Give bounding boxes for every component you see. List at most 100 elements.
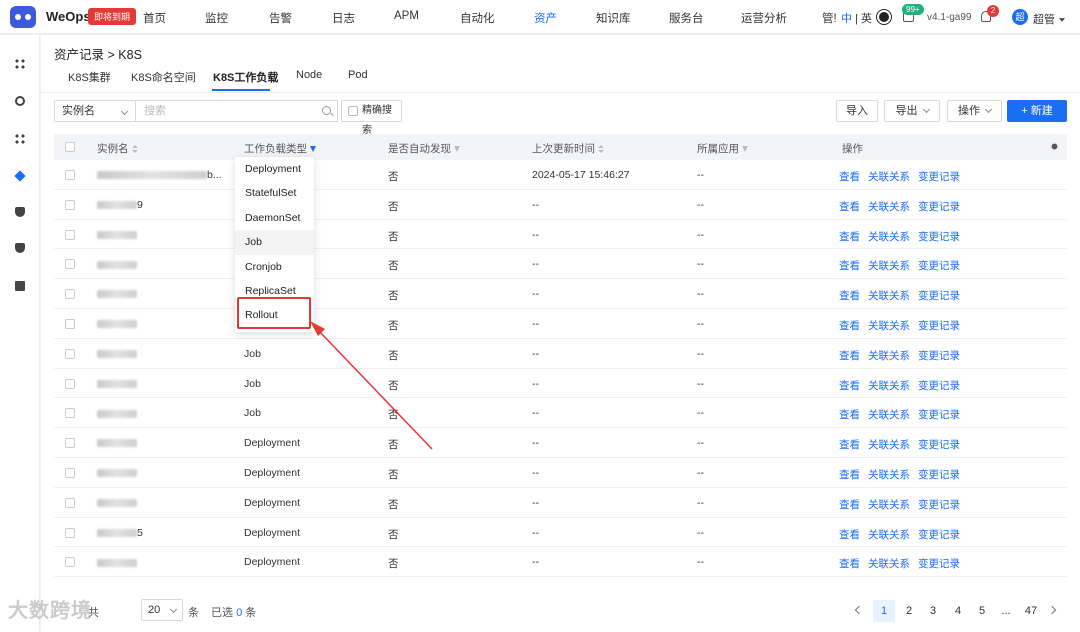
relations-link[interactable]: 关联关系 — [868, 529, 910, 541]
table-row[interactable]: 5 Deployment 否 -- -- 查看 关联关系 变更记录 — [54, 518, 1067, 548]
relations-link[interactable]: 关联关系 — [868, 558, 910, 570]
view-link[interactable]: 查看 — [839, 529, 860, 541]
relations-link[interactable]: 关联关系 — [868, 469, 910, 481]
gear-icon[interactable] — [1050, 142, 1059, 151]
table-row[interactable]: b... 否 2024-05-17 15:46:27 -- 查看 关联关系 变更记录 — [54, 160, 1067, 190]
cell-instance-name[interactable] — [97, 348, 137, 360]
relations-link[interactable]: 关联关系 — [868, 439, 910, 451]
nav-manage[interactable]: 管! — [822, 10, 836, 26]
cell-instance-name[interactable] — [97, 288, 137, 300]
table-row[interactable]: Job 否 -- -- 查看 关联关系 变更记录 — [54, 398, 1067, 429]
table-row[interactable]: 否 -- -- 查看 关联关系 变更记录 — [54, 249, 1067, 280]
change-log-link[interactable]: 变更记录 — [918, 499, 960, 511]
tab-node[interactable]: Node — [296, 69, 322, 81]
shield-icon[interactable] — [15, 243, 25, 253]
next-page-icon[interactable] — [1047, 605, 1057, 615]
relations-link[interactable]: 关联关系 — [868, 231, 910, 243]
col-instance-name[interactable]: 实例名 — [97, 141, 138, 156]
nav-knowledge[interactable]: 知识库 — [596, 10, 631, 26]
change-log-link[interactable]: 变更记录 — [918, 201, 960, 213]
lang-zh[interactable]: 中 — [841, 13, 852, 25]
shield-icon[interactable] — [15, 207, 25, 217]
cell-instance-name[interactable] — [97, 318, 137, 330]
col-last-updated[interactable]: 上次更新时间 — [532, 141, 604, 156]
page-1[interactable]: 1 — [873, 600, 895, 622]
table-row[interactable]: 否 -- -- 查看 关联关系 变更记录 — [54, 279, 1067, 309]
page-size-select[interactable]: 20 — [141, 599, 183, 621]
relations-link[interactable]: 关联关系 — [868, 350, 910, 362]
cell-instance-name[interactable]: 9 — [97, 199, 143, 211]
filter-option-job[interactable]: Job — [235, 230, 314, 255]
avatar[interactable]: 超 — [1012, 9, 1028, 25]
table-row[interactable]: Job 否 -- -- 查看 关联关系 变更记录 — [54, 369, 1067, 399]
view-link[interactable]: 查看 — [839, 201, 860, 213]
view-link[interactable]: 查看 — [839, 171, 860, 183]
view-link[interactable]: 查看 — [839, 439, 860, 451]
page-ellipsis[interactable]: ... — [995, 600, 1017, 622]
language-switch[interactable]: 中 | 英 — [841, 10, 872, 26]
theme-sun-icon[interactable] — [879, 12, 889, 22]
import-button[interactable]: 导入 — [836, 100, 878, 122]
relations-link[interactable]: 关联关系 — [868, 320, 910, 332]
row-checkbox[interactable] — [65, 408, 75, 419]
view-link[interactable]: 查看 — [839, 290, 860, 302]
page-last[interactable]: 47 — [1020, 600, 1042, 622]
col-auto-discovered[interactable]: 是否自动发现 — [388, 141, 460, 156]
view-link[interactable]: 查看 — [839, 260, 860, 272]
nav-ops-analysis[interactable]: 运营分析 — [741, 10, 787, 26]
prev-page-icon[interactable] — [854, 605, 864, 615]
cell-instance-name[interactable] — [97, 258, 137, 270]
cell-instance-name[interactable]: b... — [97, 169, 222, 181]
change-log-link[interactable]: 变更记录 — [918, 260, 960, 272]
table-row[interactable]: Deployment 否 -- -- 查看 关联关系 变更记录 — [54, 547, 1067, 578]
satellite-icon[interactable] — [15, 96, 25, 106]
row-checkbox[interactable] — [65, 378, 75, 389]
row-checkbox[interactable] — [65, 229, 75, 240]
change-log-link[interactable]: 变更记录 — [918, 469, 960, 481]
page-5[interactable]: 5 — [971, 600, 993, 622]
select-all-checkbox[interactable] — [65, 142, 75, 152]
table-row[interactable]: 否 -- -- 查看 关联关系 变更记录 — [54, 220, 1067, 250]
row-checkbox[interactable] — [65, 289, 75, 300]
bookmark-icon[interactable] — [15, 281, 25, 291]
row-checkbox[interactable] — [65, 199, 75, 210]
change-log-link[interactable]: 变更记录 — [918, 320, 960, 332]
create-button[interactable]: + 新建 — [1007, 100, 1067, 122]
filter-icon[interactable] — [742, 146, 748, 152]
filter-option-cronjob[interactable]: Cronjob — [235, 255, 314, 279]
change-log-link[interactable]: 变更记录 — [918, 350, 960, 362]
cell-instance-name[interactable] — [97, 437, 137, 449]
row-checkbox[interactable] — [65, 497, 75, 508]
relations-link[interactable]: 关联关系 — [868, 171, 910, 183]
relations-link[interactable]: 关联关系 — [868, 201, 910, 213]
export-button[interactable]: 导出 — [884, 100, 940, 122]
change-log-link[interactable]: 变更记录 — [918, 290, 960, 302]
change-log-link[interactable]: 变更记录 — [918, 231, 960, 243]
cell-instance-name[interactable] — [97, 229, 137, 241]
change-log-link[interactable]: 变更记录 — [918, 529, 960, 541]
cell-instance-name[interactable]: 5 — [97, 527, 143, 539]
page-3[interactable]: 3 — [922, 600, 944, 622]
table-row[interactable]: Job 否 -- -- 查看 关联关系 变更记录 — [54, 339, 1067, 369]
nav-automation[interactable]: 自动化 — [460, 10, 495, 26]
view-link[interactable]: 查看 — [839, 499, 860, 511]
sort-icon[interactable] — [598, 145, 604, 153]
view-link[interactable]: 查看 — [839, 231, 860, 243]
cell-instance-name[interactable] — [97, 497, 137, 509]
change-log-link[interactable]: 变更记录 — [918, 409, 960, 421]
cell-instance-name[interactable] — [97, 407, 137, 419]
grid-icon[interactable] — [15, 59, 25, 69]
row-checkbox[interactable] — [65, 467, 75, 478]
table-row[interactable]: Deployment 否 -- -- 查看 关联关系 变更记录 — [54, 458, 1067, 488]
view-link[interactable]: 查看 — [839, 409, 860, 421]
operations-button[interactable]: 操作 — [947, 100, 1002, 122]
sort-icon[interactable] — [131, 145, 138, 153]
user-menu[interactable]: 超管 — [1033, 11, 1065, 27]
table-row[interactable]: 9 否 -- -- 查看 关联关系 变更记录 — [54, 190, 1067, 220]
row-checkbox[interactable] — [65, 438, 75, 449]
page-2[interactable]: 2 — [898, 600, 920, 622]
table-row[interactable]: Deployment 否 -- -- 查看 关联关系 变更记录 — [54, 428, 1067, 458]
table-row[interactable]: 否 -- -- 查看 关联关系 变更记录 — [54, 309, 1067, 339]
nav-assets[interactable]: 资产 — [534, 10, 557, 26]
relations-link[interactable]: 关联关系 — [868, 409, 910, 421]
